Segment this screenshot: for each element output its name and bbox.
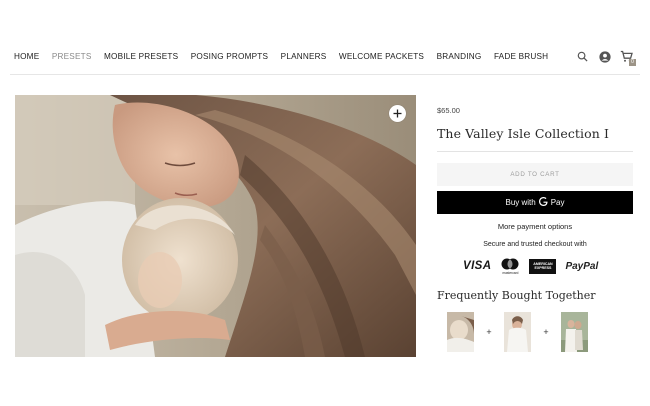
- nav-icons: 0: [576, 50, 636, 66]
- product-title: The Valley Isle Collection I: [437, 126, 610, 141]
- zoom-button[interactable]: [389, 105, 406, 122]
- more-payment-options-link[interactable]: More payment options: [437, 222, 633, 231]
- buy-with-label: Buy with: [505, 198, 536, 207]
- add-to-cart-button[interactable]: ADD TO CART: [437, 163, 633, 186]
- amex-logo: AMERICAN EXPRESS: [529, 258, 557, 274]
- product-price: $65.00: [437, 106, 460, 115]
- paypal-logo: PayPal: [565, 260, 599, 272]
- nav-item-posing-prompts[interactable]: POSING PROMPTS: [191, 52, 268, 61]
- fbt-plus-2: +: [543, 327, 549, 337]
- plus-icon: [393, 109, 402, 118]
- buy-with-gpay-button[interactable]: Buy with Pay: [437, 191, 633, 214]
- product-main-image[interactable]: [15, 95, 416, 357]
- nav-item-home[interactable]: HOME: [14, 52, 39, 61]
- mastercard-label: mastercard: [502, 270, 519, 275]
- nav-menu: HOME PRESETS MOBILE PRESETS POSING PROMP…: [14, 52, 561, 61]
- gpay-label: Pay: [550, 198, 565, 207]
- visa-logo: VISA: [463, 260, 492, 272]
- frequently-bought-title: Frequently Bought Together: [437, 289, 596, 302]
- mastercard-logo: mastercard: [500, 258, 520, 275]
- mother-child-photo: [15, 95, 416, 357]
- secure-checkout-text: Secure and trusted checkout with: [483, 241, 587, 248]
- fbt-item-1-thumbnail[interactable]: [447, 312, 474, 352]
- search-icon[interactable]: [576, 50, 589, 63]
- frequently-bought-items: + +: [447, 312, 588, 352]
- account-icon[interactable]: [598, 50, 611, 63]
- nav-item-mobile-presets[interactable]: MOBILE PRESETS: [104, 52, 178, 61]
- nav-item-presets[interactable]: PRESETS: [52, 52, 92, 61]
- fbt-plus-1: +: [486, 327, 492, 337]
- fbt-item-2-thumbnail[interactable]: [504, 312, 531, 352]
- cart-count-badge: 0: [629, 59, 636, 66]
- nav-divider: [10, 74, 640, 75]
- cart-icon[interactable]: 0: [620, 50, 636, 66]
- nav-item-fade-brush[interactable]: FADE BRUSH: [494, 52, 548, 61]
- nav-item-planners[interactable]: PLANNERS: [281, 52, 327, 61]
- amex-line2: EXPRESS: [534, 266, 552, 270]
- nav-item-welcome-packets[interactable]: WELCOME PACKETS: [339, 52, 424, 61]
- payment-logos: VISA mastercard AMERICAN EXPRESS PayPal: [463, 258, 613, 275]
- nav-item-branding[interactable]: BRANDING: [437, 52, 482, 61]
- top-navigation: HOME PRESETS MOBILE PRESETS POSING PROMP…: [0, 0, 650, 75]
- panel-divider: [437, 151, 633, 152]
- fbt-item-3-thumbnail[interactable]: [561, 312, 588, 352]
- mastercard-icon: [501, 258, 519, 269]
- google-g-icon: [538, 197, 548, 208]
